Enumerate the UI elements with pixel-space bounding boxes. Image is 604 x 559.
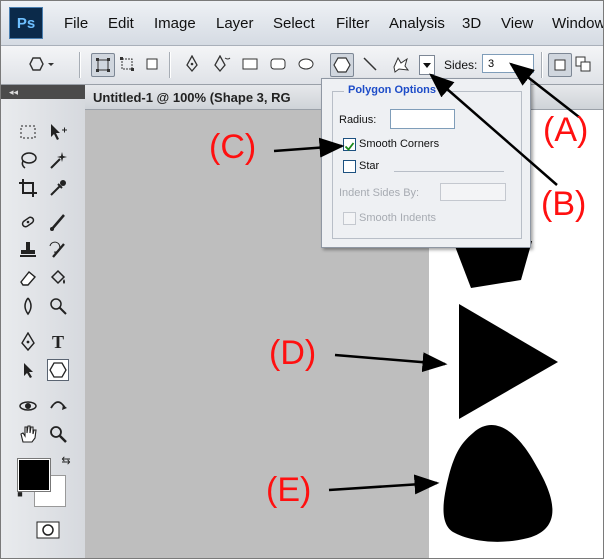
callout-a: (A)	[543, 111, 589, 149]
callout-c: (C)	[209, 128, 257, 166]
arrow-d	[334, 352, 448, 373]
callout-b: (B)	[541, 185, 587, 223]
callout-d: (D)	[269, 334, 317, 372]
callout-e: (E)	[266, 471, 312, 509]
arrow-e	[328, 474, 440, 495]
arrow-b	[429, 73, 558, 186]
arrow-c	[273, 137, 345, 158]
photoshop-window: Ps File Edit Image Layer Select Filter A…	[0, 0, 604, 559]
arrow-a	[509, 62, 580, 118]
